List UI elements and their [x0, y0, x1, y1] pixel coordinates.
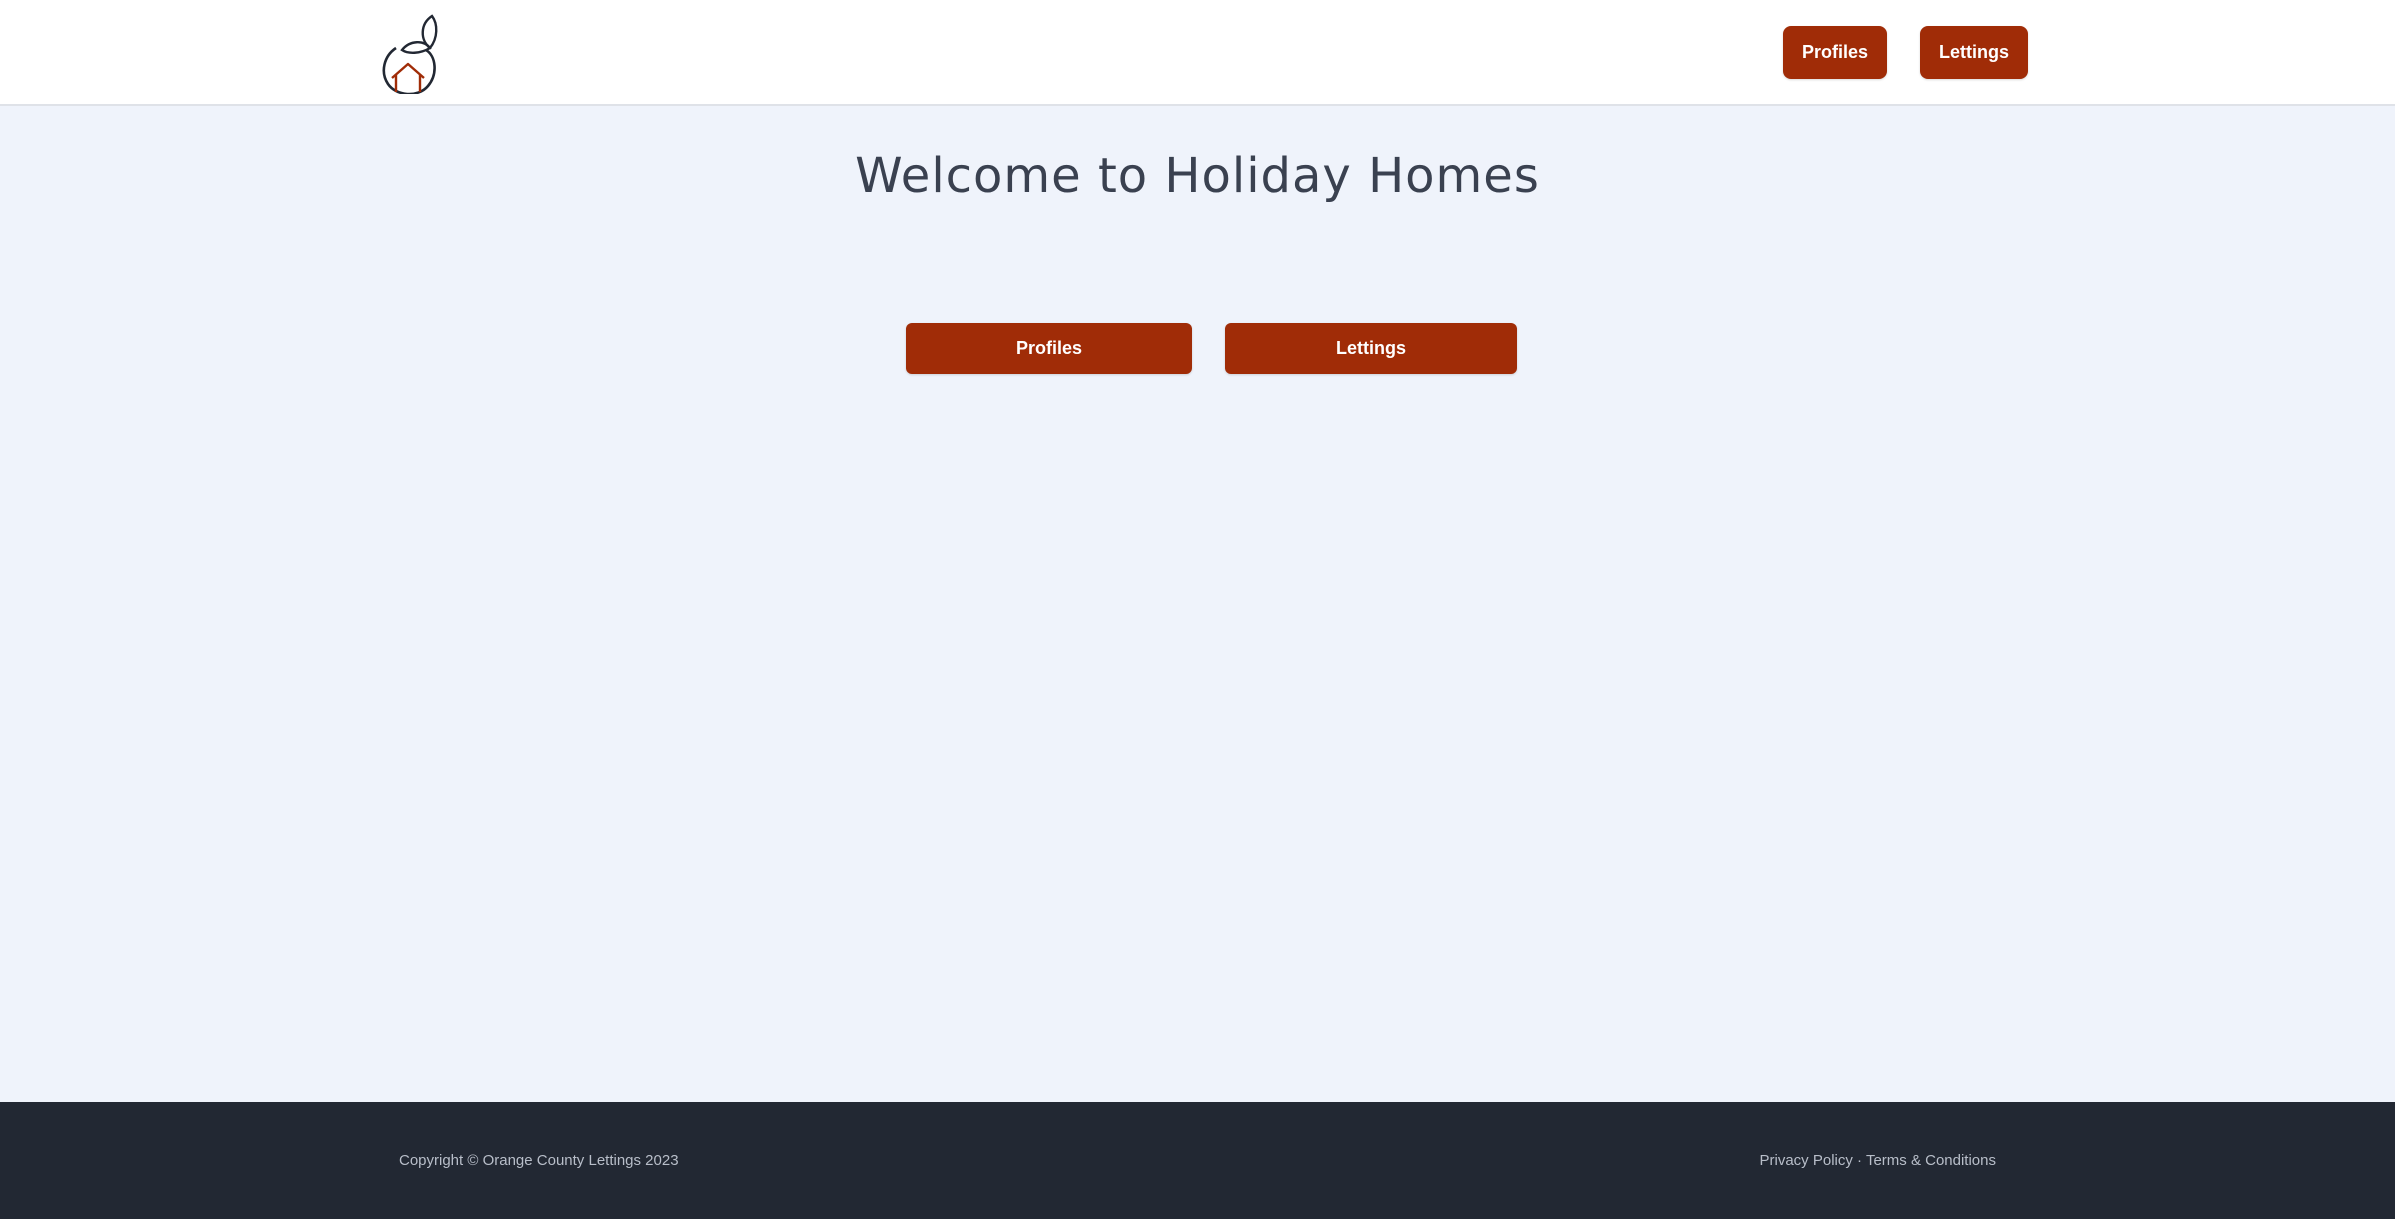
- profiles-button[interactable]: Profiles: [906, 323, 1192, 374]
- nav-profiles-button[interactable]: Profiles: [1783, 26, 1887, 79]
- page-title: Welcome to Holiday Homes: [855, 148, 1540, 204]
- site-footer: Copyright © Orange County Lettings 2023 …: [0, 1102, 2395, 1219]
- terms-conditions-link[interactable]: Terms & Conditions: [1866, 1152, 1996, 1169]
- nav-lettings-button[interactable]: Lettings: [1920, 26, 2028, 79]
- privacy-policy-link[interactable]: Privacy Policy: [1760, 1152, 1853, 1169]
- site-header: Profiles Lettings: [0, 0, 2395, 106]
- orange-house-icon[interactable]: [378, 12, 440, 96]
- footer-links: Privacy Policy · Terms & Conditions: [1760, 1152, 1997, 1169]
- lettings-button[interactable]: Lettings: [1225, 323, 1517, 374]
- footer-link-separator: ·: [1857, 1152, 1866, 1169]
- copyright-text: Copyright © Orange County Lettings 2023: [399, 1152, 679, 1169]
